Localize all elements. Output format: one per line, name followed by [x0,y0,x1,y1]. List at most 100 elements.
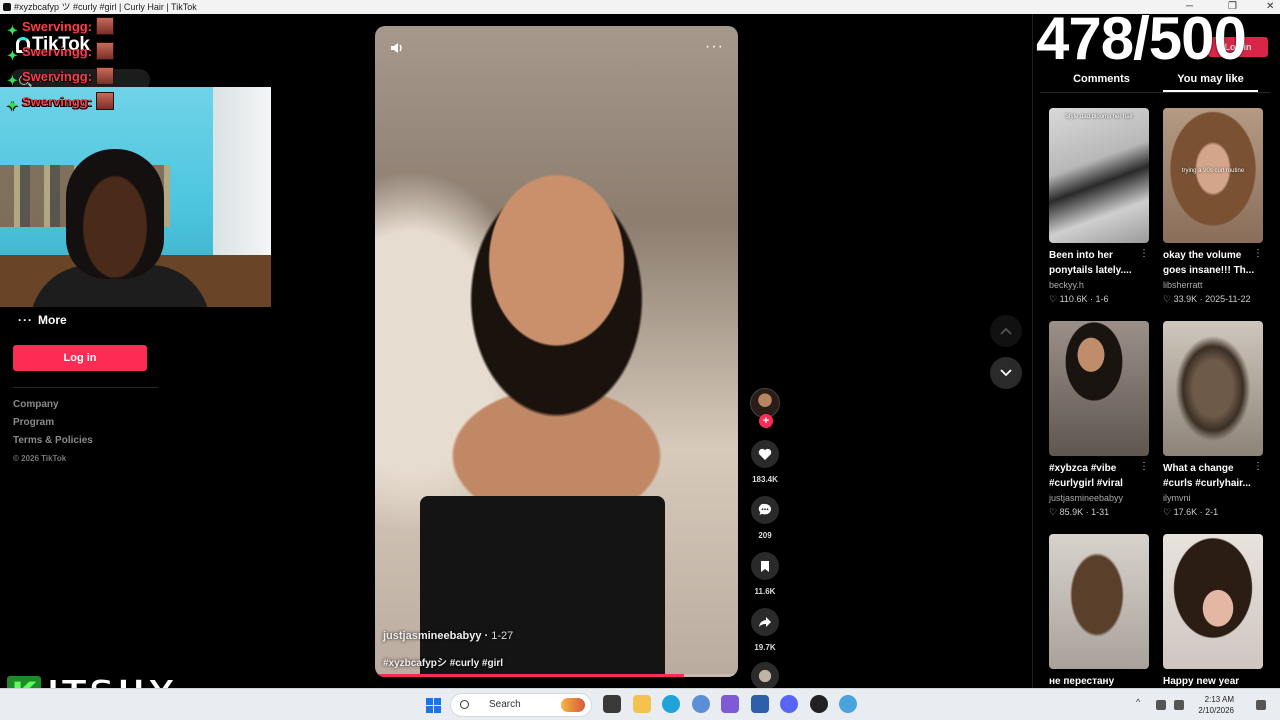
app-icon[interactable] [721,695,739,713]
card-author[interactable]: ilymvni [1163,492,1265,504]
card-caption: trying a 90s curl routine [1181,168,1245,174]
sound-icon[interactable] [390,41,404,55]
like-count: 183.4K [752,475,778,484]
video-subject-dress [420,496,665,677]
heart-icon: ♡ [1163,294,1172,304]
like-action[interactable]: 183.4K [748,440,782,484]
video-player[interactable]: ··· justjasmineebabyy · 1-27 #xyzbcafypシ… [375,26,738,677]
tab-title[interactable]: #xyzbcafyp ツ #curly #girl | Curly Hair |… [14,2,197,12]
recommended-card[interactable]: trying a 90s curl routine okay the volum… [1163,108,1265,305]
app-icon[interactable] [839,695,857,713]
heart-icon: ♡ [1049,507,1058,517]
star-icon: ✦ [7,98,18,113]
card-thumbnail[interactable] [1049,321,1149,456]
card-menu-icon[interactable]: ⋮ [1253,461,1263,472]
recommended-card[interactable]: Happy new year [1163,534,1265,689]
heart-icon[interactable] [751,440,779,468]
creator-avatar[interactable]: + [750,388,780,428]
tray-chevron-icon[interactable]: ^ [1136,697,1146,707]
card-title[interactable]: Been into her ponytails lately.... [1049,248,1141,278]
recommended-card[interactable]: #xybzca #vibe #curlygirl #viral ⋮ justja… [1049,321,1151,518]
card-title[interactable]: #xybzca #vibe #curlygirl #viral [1049,461,1141,491]
footer-link-company[interactable]: Company [13,398,93,416]
video-progress-bar[interactable] [375,674,738,677]
share-icon[interactable] [751,608,779,636]
copyright-text: © 2026 TikTok [13,454,67,463]
card-likes: 17.6K [1173,507,1198,517]
card-thumbnail[interactable]: trying a 90s curl routine [1163,108,1263,243]
sidebar-item-more[interactable]: ··· More [18,313,67,327]
comment-action[interactable]: 209 [748,496,782,540]
close-icon[interactable]: ✕ [1266,0,1274,14]
card-thumbnail[interactable]: Style dad blooms her hair [1049,108,1149,243]
chat-username: Swervingg: [22,19,93,34]
sidebar-footer: Company Program Terms & Policies © 2026 … [13,398,93,463]
card-author[interactable]: beckyy.h [1049,279,1151,291]
card-menu-icon[interactable]: ⋮ [1139,461,1149,472]
store-icon[interactable] [751,695,769,713]
card-title[interactable]: не перестану [1049,674,1141,689]
card-date: 1-6 [1095,294,1109,304]
card-menu-icon[interactable]: ⋮ [1253,248,1263,259]
follow-plus-icon[interactable]: + [759,414,773,428]
webcam-overlay [0,87,271,307]
card-likes: 85.9K [1059,507,1084,517]
action-bar: + 183.4K 209 11.6K 19.7K [748,388,782,690]
taskbar-search[interactable]: Search [450,693,592,717]
music-disc-icon[interactable] [751,662,779,690]
clock-date: 2/10/2026 [1198,706,1234,715]
chat-line: ✦ Swervingg: [6,16,166,41]
card-date: 2025-11-22 [1205,294,1251,304]
more-label: More [38,313,67,327]
card-thumbnail[interactable] [1163,534,1263,669]
heart-icon: ♡ [1049,294,1058,304]
card-author[interactable]: justjasmineebabyy [1049,492,1151,504]
tray-clock[interactable]: 2:13 AM 2/10/2026 [1190,694,1234,716]
recommended-card[interactable]: What a change #curls #curlyhair... ⋮ ily… [1163,321,1265,518]
share-action[interactable]: 19.7K [748,608,782,652]
tab-comments[interactable]: Comments [1040,70,1163,92]
task-view-icon[interactable] [603,695,621,713]
video-author[interactable]: justjasmineebabyy · 1-27 [383,630,513,642]
card-caption: Style dad blooms her hair [1064,114,1134,120]
discord-icon[interactable] [780,695,798,713]
tab-you-may-like[interactable]: You may like [1163,70,1258,92]
emote-icon [96,92,115,110]
microphone-icon[interactable] [1156,700,1166,710]
card-thumbnail[interactable] [1049,534,1149,669]
card-author[interactable]: libsherratt [1163,279,1265,291]
card-title[interactable]: Happy new year [1163,674,1255,689]
comment-icon[interactable] [751,496,779,524]
bookmark-icon[interactable] [751,552,779,580]
footer-link-terms[interactable]: Terms & Policies [13,434,93,452]
star-icon: ✦ [7,73,18,88]
author-name[interactable]: justjasmineebabyy [383,630,481,642]
recommended-card[interactable]: не перестану [1049,534,1151,689]
chevron-up-icon [1000,327,1012,335]
notification-icon[interactable] [1256,700,1266,710]
previous-video-button[interactable] [990,315,1022,347]
video-hashtags[interactable]: #xyzbcafypシ #curly #girl [383,654,503,669]
login-button[interactable]: Log in [13,345,147,371]
next-video-button[interactable] [990,357,1022,389]
save-action[interactable]: 11.6K [748,552,782,596]
card-menu-icon[interactable]: ⋮ [1139,248,1149,259]
app-icon[interactable] [692,695,710,713]
panel-divider [1032,14,1033,688]
search-highlight-icon [561,698,585,712]
obs-icon[interactable] [810,695,828,713]
star-icon: ✦ [7,23,18,38]
heart-icon: ♡ [1163,507,1172,517]
edge-icon[interactable] [662,695,680,713]
card-meta: ♡ 110.6K · 1-6 [1049,294,1109,304]
card-title[interactable]: okay the volume goes insane!!! Th... [1163,248,1255,278]
footer-link-program[interactable]: Program [13,416,93,434]
chevron-down-icon [1000,369,1012,377]
video-menu-icon[interactable]: ··· [705,38,724,56]
file-explorer-icon[interactable] [633,695,651,713]
card-thumbnail[interactable] [1163,321,1263,456]
network-icon[interactable] [1174,700,1184,710]
windows-start-icon[interactable] [426,698,441,713]
card-title[interactable]: What a change #curls #curlyhair... [1163,461,1255,491]
recommended-card[interactable]: Style dad blooms her hair Been into her … [1049,108,1151,305]
